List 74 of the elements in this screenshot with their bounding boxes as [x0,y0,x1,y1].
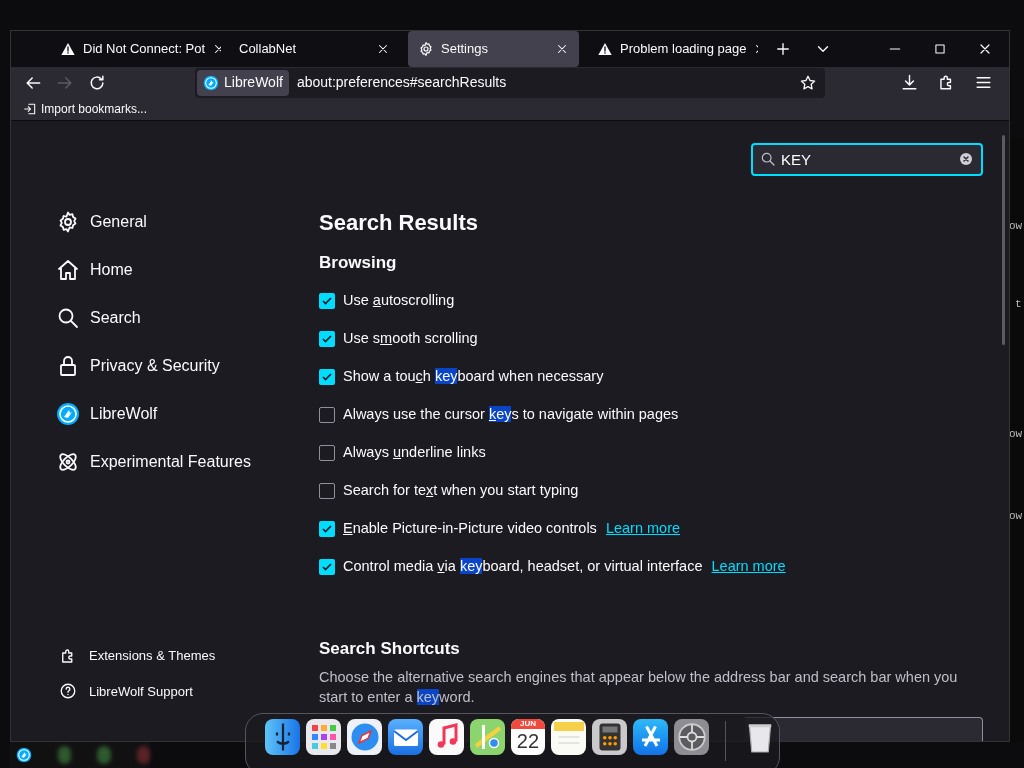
tab[interactable]: Did Not Connect: Pot [50,31,221,67]
checkbox[interactable] [319,406,335,423]
background-text: ow [1009,219,1023,234]
calendar-icon[interactable]: JUN 22 [510,719,546,755]
tab[interactable]: CollabNet [229,31,400,67]
grid-icon[interactable] [305,719,341,755]
sidebar-item[interactable]: Home [56,253,281,287]
checkmark-icon [321,370,333,383]
learn-more-link[interactable]: Learn more [711,555,786,578]
sidebar-link[interactable]: Extensions & Themes [59,646,281,666]
compass-icon[interactable] [346,719,382,755]
page-title: Search Results [319,209,479,237]
search-icon [760,151,776,167]
tab[interactable]: Problem loading page [587,31,758,67]
checkmark-icon [321,332,333,345]
music-note-icon[interactable] [428,719,464,755]
map-icon[interactable] [469,719,505,755]
gear-icon[interactable] [674,719,710,755]
search-icon [56,306,80,330]
checkmark-icon [321,294,333,307]
settings-icon [418,41,434,57]
download-icon[interactable] [900,73,919,93]
checkbox[interactable] [319,482,335,499]
app-store-icon[interactable] [633,719,669,755]
clear-icon[interactable] [958,151,974,167]
option-label: Search for text when you start typing [343,480,579,500]
checkmark-icon [321,560,333,573]
wolf-logo-icon [203,74,219,91]
star-icon[interactable] [799,73,817,92]
notepad-icon[interactable] [551,719,587,755]
checkbox[interactable] [319,292,335,309]
sidebar-item[interactable]: General [56,205,281,239]
warning-icon [60,41,76,57]
background-text: ow [1009,427,1023,442]
section-heading: Browsing [319,252,398,274]
option-label: Always underline links [343,442,486,462]
checkmark-icon [321,522,333,535]
envelope-icon[interactable] [387,719,423,755]
plus-icon[interactable] [774,40,792,58]
warning-icon [597,41,613,57]
background-text: ow [1009,509,1023,524]
option-label: Enable Picture-in-Picture video controls [343,518,597,538]
wolf-logo-icon [56,402,80,426]
calculator-icon[interactable] [592,719,628,755]
sidebar-item[interactable]: LibreWolf [56,397,281,431]
option-label: Use autoscrolling [343,290,455,310]
identity-button[interactable]: LibreWolf [197,69,289,96]
sidebar-link[interactable]: LibreWolf Support [59,681,281,701]
url-text: about:preferences#searchResults [296,73,508,93]
search-field[interactable]: KEY [751,143,983,176]
background-text: t [1014,297,1022,312]
atom-icon [56,450,80,474]
wolf-logo-icon[interactable] [16,747,32,763]
sidebar-item[interactable]: Search [56,301,281,335]
bookmark-item[interactable]: Import bookmarks... [23,100,148,119]
maximize-icon[interactable] [933,42,947,56]
face-icon[interactable] [265,719,300,755]
import-icon [23,102,37,117]
address-bar[interactable]: LibreWolf about:preferences#searchResults [195,67,825,98]
checkbox[interactable] [319,444,335,461]
house-icon [56,258,80,282]
sidebar-item[interactable]: Experimental Features [56,445,281,479]
option-label: Use smooth scrolling [343,328,478,348]
checkbox[interactable] [319,368,335,385]
learn-more-link[interactable]: Learn more [605,517,681,540]
section-heading: Search Shortcuts [319,637,461,660]
checkbox[interactable] [319,330,335,347]
sidebar-item[interactable]: Privacy & Security [56,349,281,383]
tab[interactable]: Settings [408,31,579,67]
checkbox[interactable] [319,558,335,575]
close-icon[interactable] [376,42,390,56]
help-icon [59,682,77,701]
checkbox[interactable] [319,520,335,537]
close-icon[interactable] [555,42,569,56]
